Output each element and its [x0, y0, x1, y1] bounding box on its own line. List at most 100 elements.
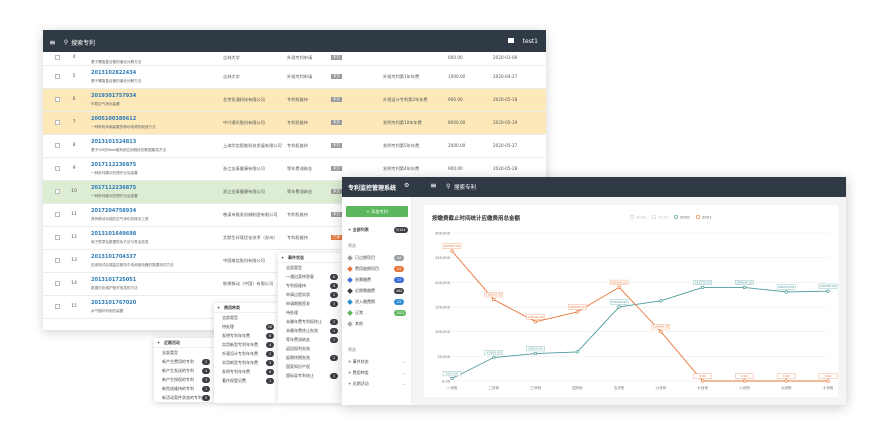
- data-point[interactable]: [575, 310, 579, 314]
- dropdown-item[interactable]: 新完成维持的专利 1: [154, 384, 214, 393]
- patent-number-link[interactable]: 2013101649698: [91, 231, 136, 237]
- data-point[interactable]: [784, 379, 788, 383]
- row-checkbox[interactable]: [55, 97, 60, 102]
- row-checkbox[interactable]: [55, 212, 60, 217]
- data-point[interactable]: [826, 379, 830, 383]
- table-row[interactable]: 8 2013101524813 基于GIS的Web端系统应用程序的数据集成方法 上海华…: [43, 135, 546, 158]
- dropdown-item[interactable]: 著作权登记费 1: [214, 376, 278, 385]
- row-checkbox[interactable]: [55, 120, 60, 125]
- data-point[interactable]: [742, 285, 747, 290]
- legend-label[interactable]: 2019: [658, 214, 668, 219]
- sort-item[interactable]: + 事件状态 ⌄: [348, 359, 405, 365]
- data-point[interactable]: [701, 285, 705, 290]
- data-point[interactable]: [450, 249, 454, 253]
- dropdown-item[interactable]: 全部类型: [214, 313, 278, 322]
- data-point[interactable]: [617, 285, 621, 289]
- user-menu[interactable]: test1: [523, 38, 538, 45]
- data-point[interactable]: [742, 379, 747, 383]
- row-checkbox[interactable]: [55, 166, 60, 171]
- filter-item[interactable]: 急需缴费: [347, 277, 371, 283]
- search-label[interactable]: 搜索专利: [454, 183, 476, 191]
- search-icon[interactable]: ⚲: [446, 183, 450, 190]
- dropdown-item[interactable]: 延期终期失效 2: [278, 353, 342, 362]
- dropdown-item[interactable]: 实用新型专利年年费 3: [214, 358, 278, 367]
- row-checkbox[interactable]: [55, 281, 60, 286]
- filter-item[interactable]: 其他: [347, 321, 363, 327]
- sort-item[interactable]: + 费用种类 ⌄: [348, 370, 405, 376]
- dropdown-header[interactable]: 费用种类: [214, 303, 278, 313]
- row-checkbox[interactable]: [55, 74, 60, 79]
- menu-icon[interactable]: ≡: [49, 38, 56, 47]
- dropdown-item[interactable]: 待处理: [278, 308, 342, 317]
- data-point[interactable]: [659, 330, 663, 334]
- dropdown-item[interactable]: 发明专利年年费 6: [214, 367, 278, 376]
- patent-number-link[interactable]: 2013102822434: [91, 70, 136, 76]
- row-checkbox[interactable]: [55, 235, 60, 240]
- dropdown-item[interactable]: 新产生费用的专利 2: [154, 357, 214, 366]
- filter-item[interactable]: 已过期项目: [347, 255, 375, 261]
- settings-icon[interactable]: ⚙: [404, 182, 409, 189]
- data-point[interactable]: [617, 305, 621, 309]
- patent-number-link[interactable]: 2005100389612: [91, 116, 136, 122]
- table-row[interactable]: 6 2019301757934 车载空气净化装置 北京亚通科技有限公司 专利权维持 未交 外…: [43, 89, 546, 112]
- sort-item[interactable]: + 近期活动 ⌄: [348, 381, 405, 387]
- patent-number-link[interactable]: 2019301757934: [91, 93, 136, 99]
- legend-marker[interactable]: [695, 214, 701, 220]
- patent-number-link[interactable]: 2017112236875: [91, 185, 136, 191]
- menu-icon[interactable]: ≡: [430, 181, 437, 190]
- filter-item[interactable]: 费用逾期项目: [347, 266, 379, 272]
- table-row[interactable]: 4 基于螺旋复合管的催化分解方法 吉林大学 外观专利申请 未交 600.00 2020-01…: [43, 52, 546, 66]
- row-checkbox[interactable]: [55, 143, 60, 148]
- data-point[interactable]: [492, 355, 496, 360]
- dropdown-item[interactable]: 全部类型: [154, 348, 214, 357]
- legend-marker[interactable]: [629, 214, 635, 220]
- patent-number-link[interactable]: 2013101524813: [91, 139, 136, 145]
- legend-label[interactable]: 2021: [702, 214, 712, 219]
- search-label[interactable]: 搜索专利: [71, 38, 95, 47]
- dropdown-header[interactable]: 事件状态: [278, 253, 342, 263]
- dropdown-item[interactable]: 外观设计专利年年费 2: [214, 349, 278, 358]
- row-checkbox[interactable]: [55, 258, 60, 263]
- dropdown-item[interactable]: 实用新型专利年年费 4: [214, 340, 278, 349]
- message-icon[interactable]: [508, 38, 514, 43]
- data-point[interactable]: [575, 350, 579, 354]
- legend-marker[interactable]: [651, 214, 657, 220]
- dropdown-item[interactable]: 一通出案待答复 6: [278, 272, 342, 281]
- data-point[interactable]: [533, 351, 538, 356]
- legend-label[interactable]: 2020: [680, 214, 690, 219]
- add-patent-button[interactable]: + 添加专利: [346, 206, 408, 217]
- patent-number-link[interactable]: 2013101767020: [91, 300, 136, 306]
- filter-item[interactable]: 正常: [347, 310, 363, 316]
- legend-label[interactable]: 2018: [636, 214, 646, 219]
- dropdown-item[interactable]: 国家知识产权: [278, 362, 342, 371]
- dropdown-item[interactable]: 新产生授权的专利 3: [154, 375, 214, 384]
- patent-number-link[interactable]: 2013101704337: [91, 254, 136, 260]
- dropdown-item[interactable]: 未缴年费终止失效 1: [278, 326, 342, 335]
- data-point[interactable]: [659, 299, 663, 303]
- table-row[interactable]: 5 2013102822434 基于螺旋复合管的催化分解方法 吉林大学 外观专利申请 未交…: [43, 66, 546, 89]
- dropdown-item[interactable]: 申请过程实质 2: [278, 290, 342, 299]
- dropdown-item[interactable]: 待处理 20: [214, 322, 278, 331]
- dropdown-item[interactable]: 专利权维持 8: [278, 281, 342, 290]
- data-point[interactable]: [533, 320, 538, 324]
- dropdown-item[interactable]: 返回权利失效: [278, 344, 342, 353]
- patent-number-link[interactable]: 2017204758934: [91, 208, 136, 214]
- dropdown-item[interactable]: 国际局专利终止 1: [278, 371, 342, 380]
- row-checkbox[interactable]: [55, 304, 60, 309]
- data-point[interactable]: [701, 379, 705, 383]
- filter-item[interactable]: 近期需缴费: [347, 288, 375, 294]
- data-point[interactable]: [784, 290, 788, 294]
- dropdown-header[interactable]: 近期活动: [154, 338, 214, 348]
- search-icon[interactable]: ⚲: [64, 39, 68, 46]
- data-point[interactable]: [492, 297, 496, 302]
- dropdown-item[interactable]: 新活动案件状态的专利 5: [154, 393, 214, 402]
- dropdown-item[interactable]: 未缴年费专利权终止 2: [278, 317, 342, 326]
- dropdown-item[interactable]: 申请期限签发 3: [278, 299, 342, 308]
- dropdown-item[interactable]: 发明专利年年费 8: [214, 331, 278, 340]
- all-list-item[interactable]: ✶ 全部列表: [348, 227, 369, 233]
- patent-number-link[interactable]: 2013101725051: [91, 277, 136, 283]
- filter-item[interactable]: 进入缴费期: [347, 299, 375, 305]
- dropdown-item[interactable]: 新产生发送的专利 4: [154, 366, 214, 375]
- table-row[interactable]: 7 2005100389612 一种带有风扇装置的移动电源的制造方法 中兴通讯股份有限…: [43, 112, 546, 135]
- row-checkbox[interactable]: [55, 55, 60, 60]
